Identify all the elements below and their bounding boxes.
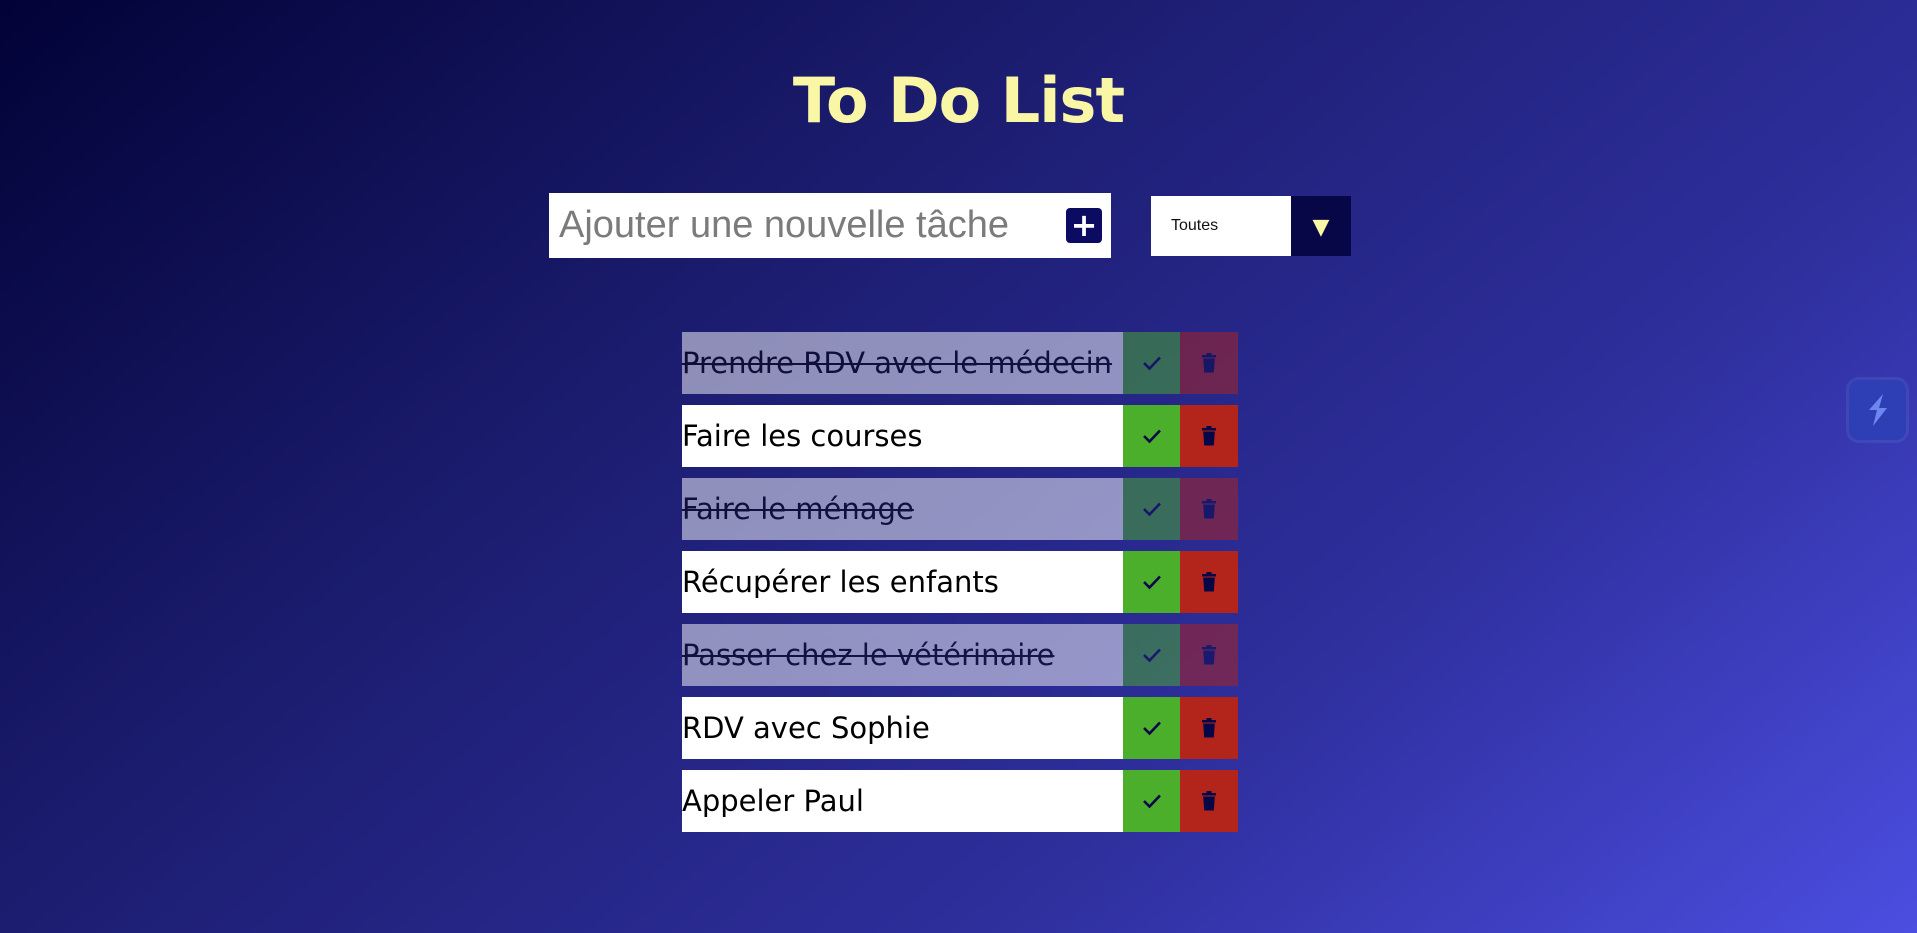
complete-button[interactable] xyxy=(1123,624,1180,686)
complete-button[interactable] xyxy=(1123,332,1180,394)
delete-button[interactable] xyxy=(1180,697,1238,759)
todo-text: RDV avec Sophie xyxy=(682,711,930,745)
check-icon xyxy=(1142,794,1161,809)
trash-icon xyxy=(1202,426,1216,446)
trash-icon xyxy=(1202,499,1216,519)
todo-item: Faire le ménage xyxy=(682,478,1238,540)
side-widget-button[interactable] xyxy=(1849,380,1906,440)
delete-button[interactable] xyxy=(1180,478,1238,540)
filter-select[interactable]: Toutes ▼ xyxy=(1151,196,1351,256)
chevron-down-icon[interactable]: ▼ xyxy=(1291,196,1351,256)
delete-button[interactable] xyxy=(1180,551,1238,613)
todo-text: Passer chez le vétérinaire xyxy=(682,638,1055,672)
complete-button[interactable] xyxy=(1123,478,1180,540)
todo-item: Prendre RDV avec le médecin xyxy=(682,332,1238,394)
task-input[interactable] xyxy=(549,193,1049,258)
todo-text: Appeler Paul xyxy=(682,784,864,818)
lightning-icon xyxy=(1868,394,1887,426)
complete-button[interactable] xyxy=(1123,770,1180,832)
check-icon xyxy=(1142,502,1161,517)
app-title: To Do List xyxy=(792,63,1125,137)
delete-button[interactable] xyxy=(1180,624,1238,686)
check-icon xyxy=(1142,575,1161,590)
todo-item: Passer chez le vétérinaire xyxy=(682,624,1238,686)
complete-button[interactable] xyxy=(1123,551,1180,613)
delete-button[interactable] xyxy=(1180,405,1238,467)
complete-button[interactable] xyxy=(1123,697,1180,759)
check-icon xyxy=(1142,721,1161,736)
todo-text: Faire les courses xyxy=(682,419,923,453)
trash-icon xyxy=(1202,645,1216,665)
todo-text: Récupérer les enfants xyxy=(682,565,999,599)
todo-item: Récupérer les enfants xyxy=(682,551,1238,613)
delete-button[interactable] xyxy=(1180,770,1238,832)
task-form xyxy=(549,193,1111,258)
todo-text: Faire le ménage xyxy=(682,492,914,526)
trash-icon xyxy=(1202,791,1216,811)
add-task-button[interactable]: + xyxy=(1066,208,1102,243)
todo-list: Prendre RDV avec le médecin Faire les co… xyxy=(682,332,1238,843)
check-icon xyxy=(1142,356,1161,371)
trash-icon xyxy=(1202,572,1216,592)
check-icon xyxy=(1142,648,1161,663)
todo-item: Appeler Paul xyxy=(682,770,1238,832)
filter-value: Toutes xyxy=(1171,217,1219,234)
check-icon xyxy=(1142,429,1161,444)
todo-item: Faire les courses xyxy=(682,405,1238,467)
delete-button[interactable] xyxy=(1180,332,1238,394)
todo-text: Prendre RDV avec le médecin xyxy=(682,346,1113,380)
trash-icon xyxy=(1202,353,1216,373)
trash-icon xyxy=(1202,718,1216,738)
complete-button[interactable] xyxy=(1123,405,1180,467)
todo-item: RDV avec Sophie xyxy=(682,697,1238,759)
